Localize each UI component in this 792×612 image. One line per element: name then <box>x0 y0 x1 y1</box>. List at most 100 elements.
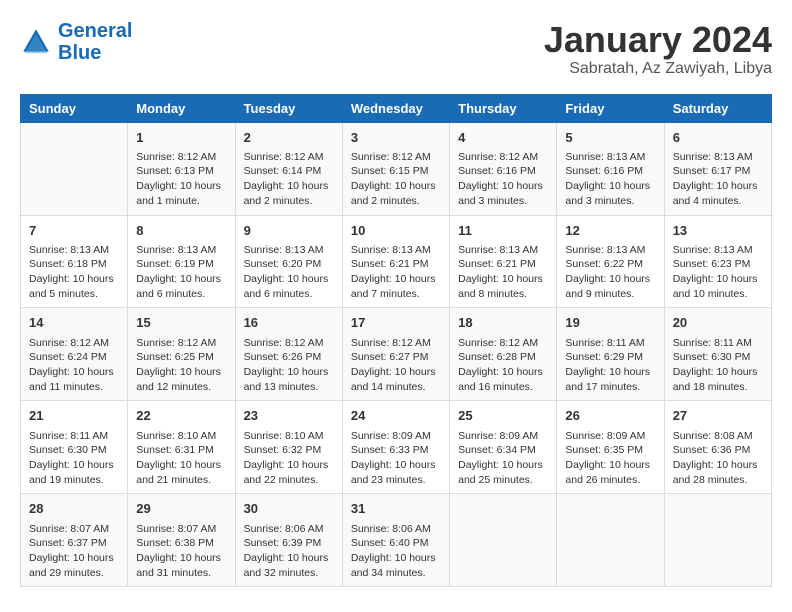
week-row-1: 1 Sunrise: 8:12 AMSunset: 6:13 PMDaylight… <box>21 122 772 215</box>
weekday-header-sunday: Sunday <box>21 94 128 122</box>
weekday-header-saturday: Saturday <box>664 94 771 122</box>
calendar-cell: 31 Sunrise: 8:06 AMSunset: 6:40 PMDayligh… <box>342 494 449 587</box>
day-number: 19 <box>565 314 655 332</box>
day-number: 15 <box>136 314 226 332</box>
day-number: 31 <box>351 500 441 518</box>
day-number: 14 <box>29 314 119 332</box>
day-info: Sunrise: 8:13 AMSunset: 6:23 PMDaylight:… <box>673 243 763 302</box>
day-number: 21 <box>29 407 119 425</box>
week-row-4: 21 Sunrise: 8:11 AMSunset: 6:30 PMDayligh… <box>21 401 772 494</box>
week-row-5: 28Sunrise: 8:07 AMSunset: 6:37 PMDayligh… <box>21 494 772 587</box>
day-number: 29 <box>136 500 226 518</box>
day-number: 8 <box>136 222 226 240</box>
calendar-cell: 11 Sunrise: 8:13 AMSunset: 6:21 PMDayligh… <box>450 215 557 308</box>
day-number: 7 <box>29 222 119 240</box>
day-info: Sunrise: 8:12 AMSunset: 6:24 PMDaylight:… <box>29 336 119 395</box>
day-info: Sunrise: 8:13 AMSunset: 6:17 PMDaylight:… <box>673 150 763 209</box>
day-number: 1 <box>136 129 226 147</box>
calendar-cell: 26 Sunrise: 8:09 AMSunset: 6:35 PMDayligh… <box>557 401 664 494</box>
day-number: 20 <box>673 314 763 332</box>
day-number: 23 <box>244 407 334 425</box>
calendar-cell: 5 Sunrise: 8:13 AMSunset: 6:16 PMDaylight… <box>557 122 664 215</box>
calendar-cell <box>664 494 771 587</box>
weekday-header-wednesday: Wednesday <box>342 94 449 122</box>
day-number: 28 <box>29 500 119 518</box>
logo-blue: Blue <box>58 42 101 64</box>
day-number: 11 <box>458 222 548 240</box>
calendar-cell: 22Sunrise: 8:10 AMSunset: 6:31 PMDayligh… <box>128 401 235 494</box>
day-info: Sunrise: 8:13 AMSunset: 6:19 PMDaylight:… <box>136 243 226 302</box>
calendar-cell: 4 Sunrise: 8:12 AMSunset: 6:16 PMDaylight… <box>450 122 557 215</box>
calendar-cell: 2 Sunrise: 8:12 AMSunset: 6:14 PMDaylight… <box>235 122 342 215</box>
day-info: Sunrise: 8:11 AMSunset: 6:30 PMDaylight:… <box>29 429 119 488</box>
day-number: 24 <box>351 407 441 425</box>
day-info: Sunrise: 8:13 AMSunset: 6:20 PMDaylight:… <box>244 243 334 302</box>
logo-icon <box>20 26 52 58</box>
calendar-table: SundayMondayTuesdayWednesdayThursdayFrid… <box>20 94 772 588</box>
day-number: 3 <box>351 129 441 147</box>
week-row-3: 14 Sunrise: 8:12 AMSunset: 6:24 PMDayligh… <box>21 308 772 401</box>
logo: General Blue <box>20 20 132 64</box>
calendar-cell: 16Sunrise: 8:12 AMSunset: 6:26 PMDayligh… <box>235 308 342 401</box>
logo-text: General Blue <box>58 20 132 64</box>
day-number: 2 <box>244 129 334 147</box>
day-info: Sunrise: 8:12 AMSunset: 6:25 PMDaylight:… <box>136 336 226 395</box>
calendar-cell: 20 Sunrise: 8:11 AMSunset: 6:30 PMDayligh… <box>664 308 771 401</box>
day-number: 26 <box>565 407 655 425</box>
weekday-header-tuesday: Tuesday <box>235 94 342 122</box>
calendar-cell: 23Sunrise: 8:10 AMSunset: 6:32 PMDayligh… <box>235 401 342 494</box>
day-info: Sunrise: 8:06 AMSunset: 6:40 PMDaylight:… <box>351 522 441 581</box>
day-number: 12 <box>565 222 655 240</box>
calendar-cell: 1 Sunrise: 8:12 AMSunset: 6:13 PMDaylight… <box>128 122 235 215</box>
week-row-2: 7 Sunrise: 8:13 AMSunset: 6:18 PMDaylight… <box>21 215 772 308</box>
calendar-cell: 19Sunrise: 8:11 AMSunset: 6:29 PMDayligh… <box>557 308 664 401</box>
weekday-header-row: SundayMondayTuesdayWednesdayThursdayFrid… <box>21 94 772 122</box>
day-number: 30 <box>244 500 334 518</box>
day-info: Sunrise: 8:12 AMSunset: 6:28 PMDaylight:… <box>458 336 548 395</box>
day-info: Sunrise: 8:13 AMSunset: 6:21 PMDaylight:… <box>458 243 548 302</box>
day-info: Sunrise: 8:10 AMSunset: 6:31 PMDaylight:… <box>136 429 226 488</box>
day-number: 6 <box>673 129 763 147</box>
day-info: Sunrise: 8:06 AMSunset: 6:39 PMDaylight:… <box>244 522 334 581</box>
calendar-cell: 17 Sunrise: 8:12 AMSunset: 6:27 PMDayligh… <box>342 308 449 401</box>
calendar-cell: 8 Sunrise: 8:13 AMSunset: 6:19 PMDaylight… <box>128 215 235 308</box>
calendar-cell: 7 Sunrise: 8:13 AMSunset: 6:18 PMDaylight… <box>21 215 128 308</box>
page-header: General Blue January 2024 Sabratah, Az Z… <box>20 20 772 78</box>
calendar-cell: 21 Sunrise: 8:11 AMSunset: 6:30 PMDayligh… <box>21 401 128 494</box>
day-info: Sunrise: 8:11 AMSunset: 6:30 PMDaylight:… <box>673 336 763 395</box>
day-number: 4 <box>458 129 548 147</box>
day-info: Sunrise: 8:12 AMSunset: 6:27 PMDaylight:… <box>351 336 441 395</box>
weekday-header-thursday: Thursday <box>450 94 557 122</box>
day-number: 9 <box>244 222 334 240</box>
day-info: Sunrise: 8:13 AMSunset: 6:16 PMDaylight:… <box>565 150 655 209</box>
day-info: Sunrise: 8:13 AMSunset: 6:22 PMDaylight:… <box>565 243 655 302</box>
day-number: 27 <box>673 407 763 425</box>
day-info: Sunrise: 8:08 AMSunset: 6:36 PMDaylight:… <box>673 429 763 488</box>
calendar-cell: 27 Sunrise: 8:08 AMSunset: 6:36 PMDayligh… <box>664 401 771 494</box>
calendar-cell: 30 Sunrise: 8:06 AMSunset: 6:39 PMDayligh… <box>235 494 342 587</box>
weekday-header-monday: Monday <box>128 94 235 122</box>
day-info: Sunrise: 8:09 AMSunset: 6:34 PMDaylight:… <box>458 429 548 488</box>
day-info: Sunrise: 8:12 AMSunset: 6:26 PMDaylight:… <box>244 336 334 395</box>
calendar-cell: 13 Sunrise: 8:13 AMSunset: 6:23 PMDayligh… <box>664 215 771 308</box>
day-info: Sunrise: 8:07 AMSunset: 6:38 PMDaylight:… <box>136 522 226 581</box>
day-info: Sunrise: 8:13 AMSunset: 6:18 PMDaylight:… <box>29 243 119 302</box>
day-number: 17 <box>351 314 441 332</box>
day-info: Sunrise: 8:12 AMSunset: 6:16 PMDaylight:… <box>458 150 548 209</box>
calendar-cell: 18 Sunrise: 8:12 AMSunset: 6:28 PMDayligh… <box>450 308 557 401</box>
day-info: Sunrise: 8:12 AMSunset: 6:13 PMDaylight:… <box>136 150 226 209</box>
calendar-cell: 3Sunrise: 8:12 AMSunset: 6:15 PMDaylight… <box>342 122 449 215</box>
weekday-header-friday: Friday <box>557 94 664 122</box>
title-block: January 2024 Sabratah, Az Zawiyah, Libya <box>544 20 772 78</box>
day-info: Sunrise: 8:09 AMSunset: 6:35 PMDaylight:… <box>565 429 655 488</box>
calendar-cell: 6 Sunrise: 8:13 AMSunset: 6:17 PMDaylight… <box>664 122 771 215</box>
day-number: 5 <box>565 129 655 147</box>
calendar-cell: 25 Sunrise: 8:09 AMSunset: 6:34 PMDayligh… <box>450 401 557 494</box>
calendar-cell: 12 Sunrise: 8:13 AMSunset: 6:22 PMDayligh… <box>557 215 664 308</box>
day-number: 18 <box>458 314 548 332</box>
day-number: 10 <box>351 222 441 240</box>
calendar-cell <box>21 122 128 215</box>
day-number: 25 <box>458 407 548 425</box>
day-number: 13 <box>673 222 763 240</box>
day-info: Sunrise: 8:12 AMSunset: 6:14 PMDaylight:… <box>244 150 334 209</box>
